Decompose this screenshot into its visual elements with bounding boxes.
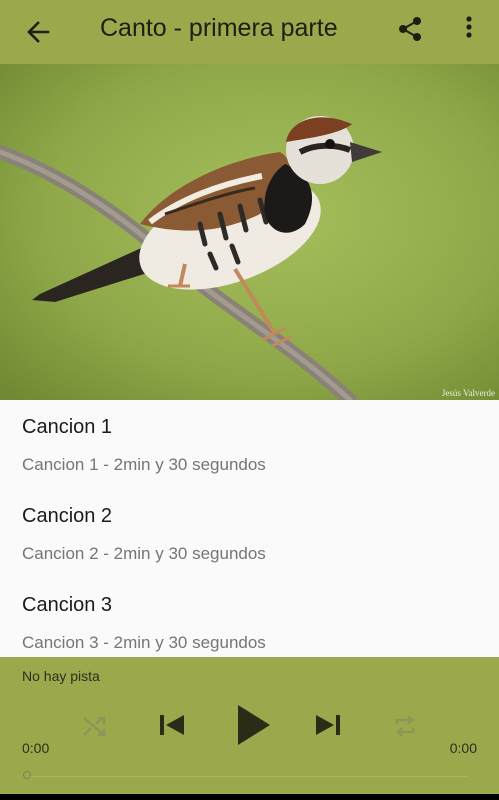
- list-item[interactable]: Cancion 1 Cancion 1 - 2min y 30 segundos: [22, 416, 482, 475]
- elapsed-time: 0:00: [22, 740, 50, 756]
- system-nav-bar: [0, 794, 499, 800]
- track-subtitle: Cancion 3 - 2min y 30 segundos: [22, 633, 266, 652]
- play-icon[interactable]: [230, 701, 274, 754]
- skip-previous-icon[interactable]: [154, 707, 190, 748]
- skip-next-icon[interactable]: [310, 707, 346, 748]
- page-title: Canto - primera parte: [100, 14, 338, 42]
- track-title: Cancion 2: [22, 505, 113, 527]
- photo-credit: Jesús Valverde: [441, 388, 495, 398]
- share-icon[interactable]: [390, 10, 430, 50]
- repeat-icon[interactable]: [389, 710, 421, 747]
- shuffle-icon[interactable]: [78, 710, 110, 747]
- track-title: Cancion 1: [22, 416, 113, 438]
- track-title: Cancion 3: [22, 594, 113, 616]
- list-item[interactable]: Cancion 3 Cancion 3 - 2min y 30 segundos: [22, 594, 482, 653]
- player-status: No hay pista: [22, 668, 100, 684]
- seek-thumb[interactable]: [23, 771, 31, 779]
- track-subtitle: Cancion 2 - 2min y 30 segundos: [22, 544, 266, 563]
- more-vert-icon[interactable]: [454, 10, 484, 50]
- bird-photo: Jesús Valverde: [0, 64, 499, 400]
- list-item[interactable]: Cancion 2 Cancion 2 - 2min y 30 segundos: [22, 505, 482, 564]
- track-subtitle: Cancion 1 - 2min y 30 segundos: [22, 455, 266, 474]
- seek-bar[interactable]: [28, 776, 468, 777]
- app-toolbar: Canto - primera parte: [0, 0, 499, 64]
- arrow-back-icon[interactable]: [18, 12, 58, 52]
- duration-time: 0:00: [449, 740, 477, 756]
- track-list: Cancion 1 Cancion 1 - 2min y 30 segundos…: [0, 400, 499, 657]
- player-bar: No hay pista 0:00 0:00: [0, 657, 499, 794]
